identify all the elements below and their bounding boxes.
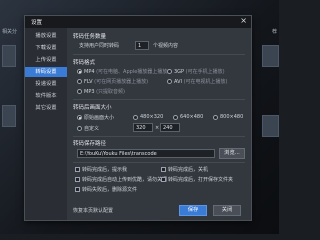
format-avi-option[interactable]: AVI (可在电视机上播放) [174, 78, 228, 85]
size-custom-radio[interactable] [77, 126, 82, 131]
format-mp3-option[interactable]: MP3 (只提取音频) [84, 88, 125, 95]
size-original-radio[interactable] [77, 115, 82, 120]
size-original-option[interactable]: 原始画面大小 [84, 114, 114, 121]
format-3gp-radio[interactable] [167, 69, 172, 74]
video-thumbnail[interactable] [262, 45, 279, 67]
notify-on-complete-label[interactable]: 转码完成后，提示我 [82, 166, 127, 173]
custom-height-value: 240 [163, 125, 173, 131]
section-heading-path: 转码保存路径 [73, 141, 107, 147]
size-800x480-radio[interactable] [213, 115, 218, 120]
format-flv-radio[interactable] [77, 79, 82, 84]
format-flv-hint: (可在网页播放器上播放) [94, 79, 149, 85]
format-avi-label: AVI [174, 79, 182, 85]
format-mp3-hint: (只提取音频) [96, 89, 126, 95]
size-480x320-radio[interactable] [133, 115, 138, 120]
sidebar-item-other[interactable]: 其它设置 [25, 103, 67, 113]
format-mp3-radio[interactable] [77, 89, 82, 94]
format-3gp-hint: (可在手机上播放) [185, 69, 225, 75]
delete-source-checkbox[interactable] [75, 187, 80, 192]
section-heading-size: 转码后画面大小 [73, 105, 112, 111]
video-thumbnail[interactable] [2, 105, 16, 127]
close-button[interactable]: 关闭 [213, 205, 241, 216]
task-count-value: 1 [138, 43, 142, 49]
size-800x480-option[interactable]: 800×480 [220, 114, 243, 120]
custom-width-input[interactable]: 320 [133, 123, 153, 132]
notify-on-complete-checkbox[interactable] [75, 167, 80, 172]
format-mp4-option[interactable]: MP4 (可在电脑、Apple播放器上播放) [84, 68, 169, 75]
sidebar-item-upload[interactable]: 上传设置 [25, 55, 67, 65]
background-section-label-right: 荐 [271, 29, 277, 35]
transcode-settings-panel: 转码任务数量 支持用户同时转码 1 个视频内容 转码格式 MP4 (可在电脑、A… [67, 28, 251, 220]
format-mp3-label: MP3 [84, 89, 95, 95]
sidebar-item-version[interactable]: 软件版本 [25, 91, 67, 101]
task-count-select[interactable]: 1 [135, 41, 149, 50]
divider [73, 162, 245, 163]
size-640x480-radio[interactable] [173, 115, 178, 120]
sidebar-item-delivery[interactable]: 投递设置 [25, 79, 67, 89]
size-480x320-option[interactable]: 480×320 [140, 114, 163, 120]
dialog-titlebar[interactable]: 设置 × [25, 16, 251, 28]
restore-defaults-link[interactable]: 恢复本页默认配置 [73, 207, 113, 214]
tasks-prefix-label: 支持用户同时转码 [79, 43, 120, 49]
format-mp4-label: MP4 [84, 69, 95, 75]
save-button[interactable]: 保存 [179, 205, 207, 216]
tasks-suffix-label: 个视频内容 [153, 43, 179, 49]
background-section-label: 相关分 [2, 29, 18, 35]
close-icon[interactable]: × [240, 16, 247, 25]
format-flv-option[interactable]: FLV (可在网页播放器上播放) [84, 78, 148, 85]
settings-sidebar: 播放设置 下载设置 上传设置 转码设置 投递设置 软件版本 其它设置 [25, 28, 67, 220]
settings-dialog: 设置 × 播放设置 下载设置 上传设置 转码设置 投递设置 软件版本 其它设置 … [24, 15, 252, 221]
divider [73, 136, 245, 137]
format-avi-radio[interactable] [167, 79, 172, 84]
open-folder-label[interactable]: 转码完成后，打开保存文件夹 [168, 176, 233, 183]
browse-button[interactable]: 浏览... [219, 148, 245, 159]
format-mp4-hint: (可在电脑、Apple播放器上播放) [96, 69, 170, 75]
auto-upload-checkbox[interactable] [75, 177, 80, 182]
divider [73, 99, 245, 100]
section-heading-tasks: 转码任务数量 [73, 34, 107, 40]
size-640x480-option[interactable]: 640×480 [180, 114, 203, 120]
format-flv-label: FLV [84, 79, 93, 85]
size-custom-option[interactable]: 自定义 [84, 125, 99, 132]
custom-height-input[interactable]: 240 [160, 123, 180, 132]
save-path-value: E:\YouKu\Youku Files\transcode [80, 151, 157, 157]
divider [73, 54, 245, 55]
auto-upload-label[interactable]: 转码完成后自动上传到优酷，请勿关闭 [82, 176, 167, 183]
dialog-title: 设置 [31, 20, 43, 26]
delete-source-label[interactable]: 转码失败后，删除源文件 [82, 186, 137, 193]
format-3gp-option[interactable]: 3GP (可在手机上播放) [174, 68, 225, 75]
section-heading-format: 转码格式 [73, 60, 96, 66]
shutdown-on-complete-label[interactable]: 转码完成后，关机 [168, 166, 208, 173]
format-mp4-radio[interactable] [77, 69, 82, 74]
video-thumbnail[interactable] [2, 45, 16, 67]
custom-width-value: 320 [136, 125, 146, 131]
sidebar-item-download[interactable]: 下载设置 [25, 43, 67, 53]
format-3gp-label: 3GP [174, 69, 185, 75]
shutdown-on-complete-checkbox[interactable] [161, 167, 166, 172]
save-path-input[interactable]: E:\YouKu\Youku Files\transcode [77, 149, 215, 158]
custom-size-separator: × [155, 125, 160, 131]
open-folder-checkbox[interactable] [161, 177, 166, 182]
video-thumbnail[interactable] [262, 115, 279, 137]
format-avi-hint: (可在电视机上播放) [183, 79, 228, 85]
sidebar-item-transcode[interactable]: 转码设置 [25, 67, 67, 77]
sidebar-item-playback[interactable]: 播放设置 [25, 31, 67, 41]
